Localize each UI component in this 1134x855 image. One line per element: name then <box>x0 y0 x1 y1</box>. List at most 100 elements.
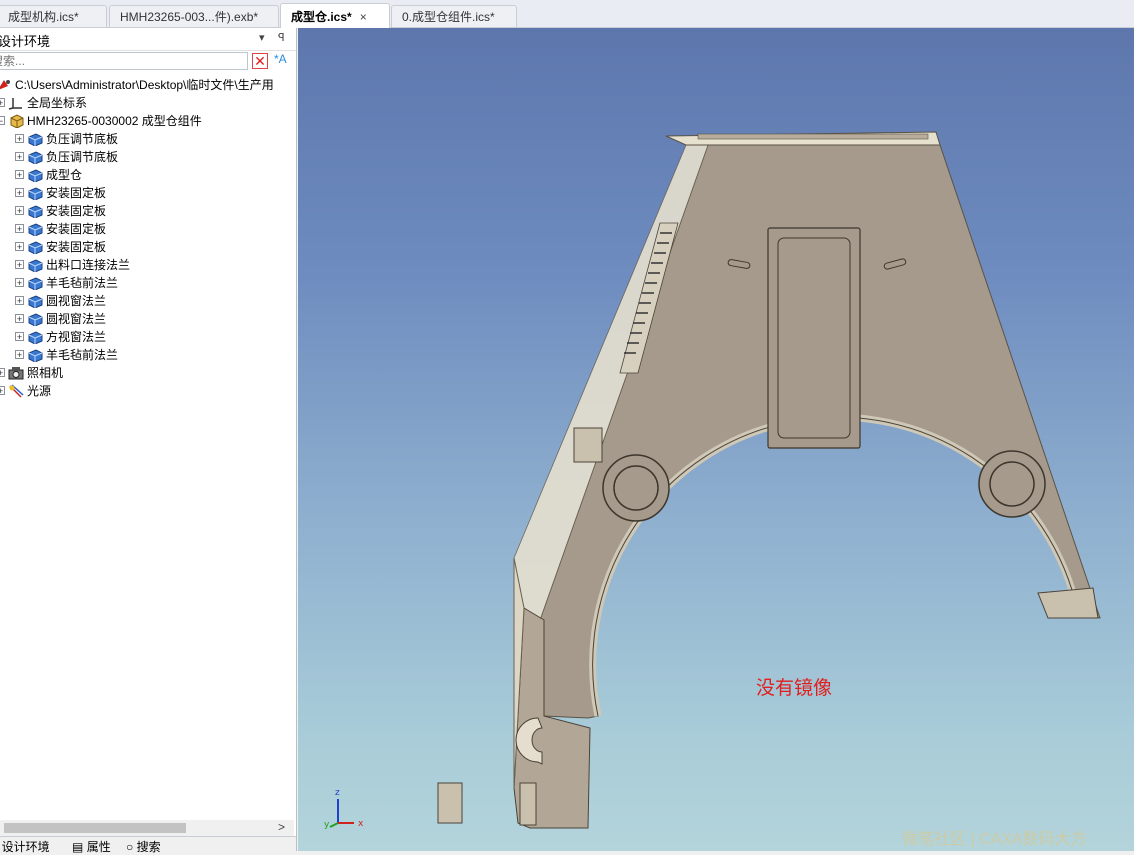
tab-forming-mechanism[interactable]: 成型机构.ics* <box>0 5 107 27</box>
tree-item-part[interactable]: + 出料口连接法兰 <box>15 255 130 273</box>
tree-item-global-cs[interactable]: + 全局坐标系 <box>0 93 87 111</box>
search-row: ✕ *A <box>0 50 296 74</box>
axis-x-label: x <box>358 819 364 829</box>
tree-item-label: 安装固定板 <box>46 239 107 254</box>
tree-item-label: 羊毛毡前法兰 <box>46 275 119 290</box>
part-icon <box>27 330 43 344</box>
tree-item-part[interactable]: + 羊毛毡前法兰 <box>15 273 118 291</box>
expand-icon[interactable]: + <box>15 314 24 324</box>
axis-y-label: y <box>324 820 330 830</box>
tree-item-part[interactable]: + 负压调节底板 <box>15 129 118 147</box>
tree-root[interactable]: C:\Users\Administrator\Desktop\临时文件\生产用 <box>0 75 274 93</box>
expand-icon[interactable]: + <box>15 296 24 306</box>
panel-menu-icon[interactable]: ▾ <box>259 31 265 44</box>
tree-item-label: 安装固定板 <box>46 203 107 218</box>
panel-bottom-tabs: ▫ 设计环境 ▤ 属性 ○ 搜索 <box>0 836 296 855</box>
tree-item-label: 全局坐标系 <box>27 95 88 110</box>
tab-forming-chamber[interactable]: 成型仓.ics* × <box>280 3 390 28</box>
tree-item-label: 负压调节底板 <box>46 131 119 146</box>
tree-item-part[interactable]: + 安装固定板 <box>15 219 106 237</box>
expand-icon[interactable]: + <box>0 98 5 108</box>
tree-item-part[interactable]: + 成型仓 <box>15 165 82 183</box>
tab-label: HMH23265-003...件).exb* <box>120 10 259 24</box>
tree-item-label: 安装固定板 <box>46 221 107 236</box>
tree-item-label: 安装固定板 <box>46 185 107 200</box>
tree-item-light[interactable]: + 光源 <box>0 381 51 399</box>
light-source-icon <box>8 384 24 398</box>
tree-search-input[interactable] <box>0 52 248 70</box>
assembly-icon <box>8 114 24 128</box>
tree-item-label: 出料口连接法兰 <box>46 257 131 272</box>
tab-chamber-assembly[interactable]: 0.成型仓组件.ics* <box>391 5 517 27</box>
tree-item-label: 光源 <box>27 383 52 398</box>
tree-item-part[interactable]: + 负压调节底板 <box>15 147 118 165</box>
tree-item-assembly[interactable]: − HMH23265-0030002 成型仓组件 <box>0 111 202 129</box>
tab-label: 设计环境 <box>1 840 50 854</box>
3d-viewport[interactable]: z x y 没有镜像 微笔社区 | CAXA数码大方 <box>298 28 1134 851</box>
part-icon <box>27 132 43 146</box>
tree-item-part[interactable]: + 安装固定板 <box>15 183 106 201</box>
expand-icon[interactable]: + <box>15 224 24 234</box>
axis-triad: z x y <box>324 788 364 830</box>
tab-search[interactable]: ○ 搜索 <box>126 838 161 855</box>
part-icon <box>27 312 43 326</box>
scrollbar-thumb[interactable] <box>4 823 186 833</box>
scroll-right-icon[interactable]: > <box>278 820 285 834</box>
part-icon <box>27 204 43 218</box>
coordinate-system-icon <box>8 96 24 110</box>
search-icon: ○ <box>126 840 134 854</box>
design-environment-panel: 设计环境 ▾ ꟼ ✕ *A C:\Users\Administrator\Des… <box>0 28 297 855</box>
tree-item-part[interactable]: + 圆视窗法兰 <box>15 309 106 327</box>
round-window-flange-left <box>602 454 670 522</box>
axis-z-label: z <box>335 788 340 798</box>
root-icon <box>0 78 12 92</box>
expand-icon[interactable]: + <box>15 350 24 360</box>
model-render: z x y <box>324 131 1101 830</box>
pin-icon[interactable]: ꟼ <box>278 31 285 44</box>
search-options-icon[interactable]: *A <box>274 52 287 66</box>
document-tab-bar: 成型机构.ics* HMH23265-003...件).exb* 成型仓.ics… <box>0 0 1134 28</box>
expand-icon[interactable]: + <box>15 260 24 270</box>
part-icon <box>27 186 43 200</box>
tab-label: 0.成型仓组件.ics* <box>402 10 495 24</box>
expand-icon[interactable]: + <box>15 332 24 342</box>
expand-icon[interactable]: + <box>15 188 24 198</box>
part-icon <box>27 348 43 362</box>
close-tab-icon[interactable]: × <box>360 10 367 24</box>
part-icon <box>27 150 43 164</box>
tab-properties[interactable]: ▤ 属性 <box>72 838 111 855</box>
tree-item-label: 照相机 <box>27 365 64 380</box>
tab-design-environment[interactable]: ▫ 设计环境 <box>0 838 50 855</box>
camera-icon <box>8 366 24 380</box>
expand-icon[interactable]: + <box>15 152 24 162</box>
tree-item-camera[interactable]: + 照相机 <box>0 363 63 381</box>
expand-icon[interactable]: + <box>15 242 24 252</box>
tree-item-label: 负压调节底板 <box>46 149 119 164</box>
expand-icon[interactable]: + <box>15 206 24 216</box>
tree-item-part[interactable]: + 安装固定板 <box>15 237 106 255</box>
tree-item-label: HMH23265-0030002 成型仓组件 <box>27 113 202 128</box>
tree-item-part[interactable]: + 羊毛毡前法兰 <box>15 345 118 363</box>
expand-icon[interactable]: + <box>15 170 24 180</box>
panel-title: 设计环境 <box>0 34 51 49</box>
tab-label: 成型机构.ics* <box>8 10 79 24</box>
tab-label: 属性 <box>86 840 111 854</box>
tree-root-label: C:\Users\Administrator\Desktop\临时文件\生产用 <box>15 77 274 92</box>
panel-header: 设计环境 ▾ ꟼ <box>0 28 296 51</box>
tree-item-part[interactable]: + 圆视窗法兰 <box>15 291 106 309</box>
expand-icon[interactable]: + <box>0 368 5 378</box>
round-window-flange-right <box>978 450 1046 518</box>
tree-item-label: 圆视窗法兰 <box>46 293 107 308</box>
tree-item-label: 圆视窗法兰 <box>46 311 107 326</box>
expand-icon[interactable]: + <box>0 386 5 396</box>
tab-hmh-exb[interactable]: HMH23265-003...件).exb* <box>109 5 279 27</box>
clear-search-icon[interactable]: ✕ <box>252 53 268 69</box>
expand-icon[interactable]: + <box>15 278 24 288</box>
expand-icon[interactable]: + <box>15 134 24 144</box>
tree-item-label: 成型仓 <box>46 167 83 182</box>
tree-item-part[interactable]: + 方视窗法兰 <box>15 327 106 345</box>
tree-item-part[interactable]: + 安装固定板 <box>15 201 106 219</box>
collapse-icon[interactable]: − <box>0 116 5 126</box>
tree-horizontal-scrollbar[interactable]: > <box>0 820 294 836</box>
watermark: 微笔社区 | CAXA数码大方 <box>902 831 1087 848</box>
